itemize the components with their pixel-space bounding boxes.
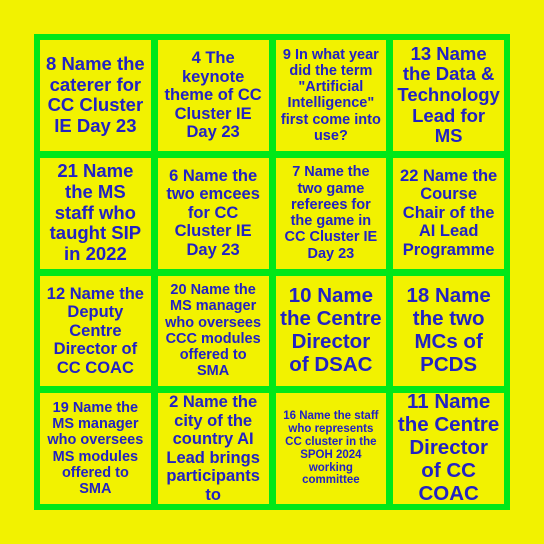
bingo-card-grid: 8 Name the caterer for CC Cluster IE Day… (34, 34, 510, 510)
bingo-cell-21[interactable]: 21 Name the MS staff who taught SIP in 2… (40, 157, 151, 269)
bingo-cell-22[interactable]: 22 Name the Course Chair of the AI Lead … (393, 157, 504, 269)
bingo-cell-16[interactable]: 16 Name the staff who represents CC clus… (275, 393, 387, 504)
bingo-cell-12[interactable]: 12 Name the Deputy Centre Director of CC… (40, 275, 151, 387)
bingo-cell-19[interactable]: 19 Name the MS manager who oversees MS m… (40, 393, 151, 504)
bingo-cell-18[interactable]: 18 Name the two MCs of PCDS (393, 275, 504, 387)
bingo-cell-9[interactable]: 9 In what year did the term "Artificial … (275, 40, 387, 151)
bingo-cell-13[interactable]: 13 Name the Data & Technology Lead for M… (393, 40, 504, 151)
bingo-cell-4[interactable]: 4 The keynote theme of CC Cluster IE Day… (157, 40, 269, 151)
bingo-cell-2[interactable]: 2 Name the city of the country AI Lead b… (157, 393, 269, 504)
bingo-cell-20[interactable]: 20 Name the MS manager who oversees CCC … (157, 275, 269, 387)
bingo-cell-6[interactable]: 6 Name the two emcees for CC Cluster IE … (157, 157, 269, 269)
bingo-cell-10[interactable]: 10 Name the Centre Director of DSAC (275, 275, 387, 387)
bingo-cell-7[interactable]: 7 Name the two game referees for the gam… (275, 157, 387, 269)
bingo-cell-11[interactable]: 11 Name the Centre Director of CC COAC (393, 393, 504, 504)
bingo-cell-8[interactable]: 8 Name the caterer for CC Cluster IE Day… (40, 40, 151, 151)
